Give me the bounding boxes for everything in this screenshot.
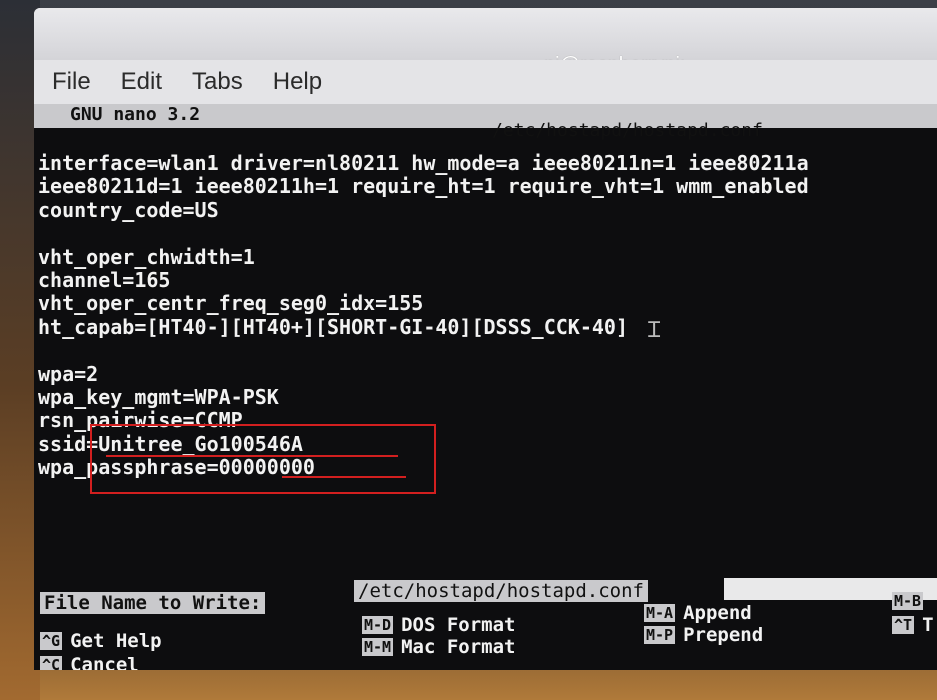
shortcut-prepend[interactable]: M-P Prepend — [644, 624, 763, 646]
file-line: channel=165 — [38, 268, 171, 293]
file-line: vht_oper_chwidth=1 — [38, 244, 255, 269]
red-highlight-box — [90, 424, 436, 494]
shortcut-cancel[interactable]: ^C Cancel — [40, 654, 139, 670]
nano-header-bar: GNU nano 3.2 /etc/hostapd/hostapd.conf — [34, 104, 937, 141]
shortcut-key: M-P — [644, 626, 676, 644]
file-line: vht_oper_centr_freq_seg0_idx=155 — [38, 291, 424, 316]
prompt-label: File Name to Write: — [40, 592, 266, 614]
file-line: country_code=US — [38, 197, 219, 222]
terminal-window: pi@raspberrypi: ~ File Edit Tabs Help GN… — [34, 8, 937, 670]
file-line — [38, 339, 809, 362]
file-line: wpa=2 — [38, 361, 99, 386]
shortcut-append[interactable]: M-A Append — [644, 602, 752, 624]
shortcut-key: ^G — [40, 632, 63, 650]
shortcut-key: ^T — [892, 616, 915, 634]
file-line: ieee80211d=1 ieee80211h=1 require_ht=1 r… — [38, 174, 809, 199]
shortcut-label: Get Help — [70, 630, 162, 652]
text-cursor-icon: Ɪ — [648, 318, 661, 343]
shortcut-label: Append — [683, 602, 752, 624]
nano-filename: /etc/hostapd/hostapd.conf — [492, 120, 763, 141]
nano-version: GNU nano 3.2 — [70, 104, 201, 125]
shortcut-mac-format[interactable]: M-M Mac Format — [362, 636, 515, 658]
menu-edit[interactable]: Edit — [121, 68, 162, 96]
shortcut-get-help[interactable]: ^G Get Help — [40, 630, 162, 652]
shortcut-label: Mac Format — [401, 636, 516, 658]
shortcut-key: M-A — [644, 604, 676, 622]
shortcut-key: M-D — [362, 616, 394, 634]
shortcut-label: Prepend — [683, 624, 764, 646]
file-line — [38, 222, 809, 245]
shortcut-label: T — [922, 614, 934, 636]
shortcut-backup[interactable]: M-B — [892, 592, 931, 610]
menu-help[interactable]: Help — [273, 68, 322, 96]
shortcut-bar: ^G Get Help ^C Cancel M-D DOS Format M-M… — [40, 592, 937, 670]
shortcut-label: Cancel — [70, 654, 139, 670]
terminal-area[interactable]: GNU nano 3.2 /etc/hostapd/hostapd.conf i… — [34, 104, 937, 670]
file-line: ht_capab=[HT40-][HT40+][SHORT-GI-40][DSS… — [38, 314, 629, 339]
filename-input[interactable]: /etc/hostapd/hostapd.conf — [354, 580, 648, 602]
menu-file[interactable]: File — [52, 68, 91, 96]
menu-tabs[interactable]: Tabs — [192, 68, 243, 96]
ssid-underline — [106, 455, 398, 457]
shortcut-key: M-M — [362, 638, 394, 656]
shortcut-label: DOS Format — [401, 614, 516, 636]
shortcut-key: ^C — [40, 656, 63, 670]
shortcut-key: M-B — [892, 592, 924, 610]
write-prompt: File Name to Write: /etc/hostapd/hostapd… — [40, 570, 937, 614]
menu-bar: File Edit Tabs Help — [34, 60, 937, 104]
title-bar: pi@raspberrypi: ~ — [34, 8, 937, 76]
file-line: interface=wlan1 driver=nl80211 hw_mode=a… — [38, 151, 809, 175]
shortcut-dos-format[interactable]: M-D DOS Format — [362, 614, 515, 636]
file-line: wpa_key_mgmt=WPA-PSK — [38, 385, 279, 410]
shortcut-to-files[interactable]: ^T T — [892, 614, 934, 636]
passphrase-underline — [282, 476, 406, 478]
